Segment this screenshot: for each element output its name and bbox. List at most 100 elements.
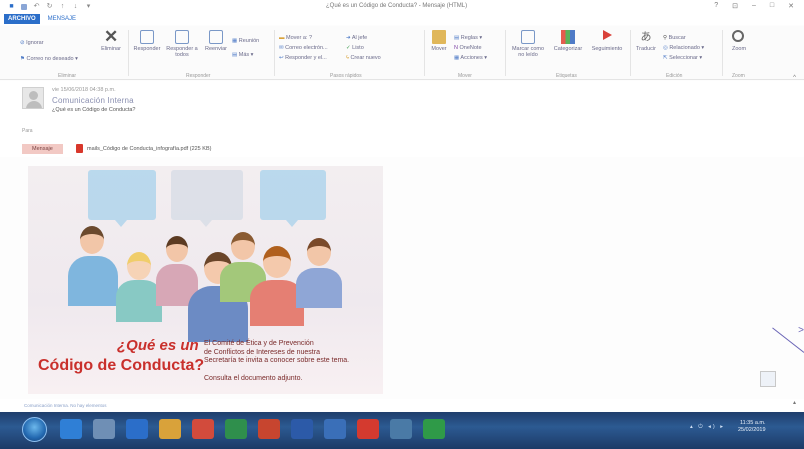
meeting-icon: ▦ [232,38,239,44]
move-folder-icon [432,30,446,44]
clock-date: 25/02/2019 [738,427,766,433]
outlook-message-window: ■ ↶ ↻ ↑ ↓ ▾ ¿Qué es un Código de Conduct… [0,0,804,449]
categories-icon [561,30,575,44]
message-tab-button[interactable]: Mensaje [22,144,63,154]
quickstep-done[interactable]: ✓ Listo [346,45,364,51]
system-tray[interactable]: ▴ ⏻ ◂) ▸ [690,424,725,431]
select-button[interactable]: ⇱ Seleccionar ▾ [663,55,702,61]
ignore-button[interactable]: ⊘ Ignorar [20,40,44,46]
divider [274,30,275,76]
chrome-icon[interactable] [192,419,214,439]
divider [505,30,506,76]
group-label-editing: Edición [666,73,683,79]
avatar[interactable] [22,87,44,109]
forward-button[interactable]: Reenviar [201,30,231,52]
actions-button[interactable]: ▦ Acciones ▾ [454,55,487,61]
scan-artifact-mark: > [798,325,804,336]
quickstep-reply-delete[interactable]: ↩ Responder y el... [279,55,327,61]
delete-button[interactable]: ✕ Eliminar [98,27,124,52]
title-bar: ■ ↶ ↻ ↑ ↓ ▾ ¿Qué es un Código de Conduct… [0,0,804,13]
ribbon-display-button[interactable]: ⊡ [732,2,738,10]
quickstep-move-to[interactable]: ▬ Mover a: ? [279,35,312,41]
status-text: Comunicación Interna. No hay elementos [24,403,107,408]
customize-dropdown-icon[interactable]: ▾ [85,3,92,10]
group-label-respond: Responder [186,73,211,79]
folder-icon[interactable] [159,419,181,439]
skype-icon[interactable] [423,419,445,439]
follow-up-button[interactable]: Seguimiento [589,30,625,52]
visio-icon[interactable] [324,419,346,439]
zoom-button[interactable]: Zoom [728,30,750,52]
quickstep-email-team[interactable]: ✉ Correo electrón... [279,45,328,51]
meeting-button[interactable]: ▦ Reunión [232,38,259,44]
reply-all-button[interactable]: Responder a todos [165,30,199,58]
maximize-button[interactable]: □ [770,2,774,10]
body-line: de Conflictos de Intereses de nuestra [204,348,320,356]
undo-icon[interactable]: ↶ [33,3,40,10]
help-button[interactable]: ? [714,2,718,10]
find-button[interactable]: ⚲ Buscar [663,35,686,41]
translate-button[interactable]: あ Traducir [633,30,659,52]
attachment-bar: Mensaje mails_Código de Conducta_infogra… [0,141,804,157]
minimize-button[interactable]: – [752,2,756,10]
outlook-icon[interactable] [126,419,148,439]
divider [424,30,425,76]
clock-time: 11:35 a.m. [739,420,766,426]
save-icon[interactable] [21,3,27,10]
categorize-button[interactable]: Categorizar [551,30,585,52]
internet-explorer-icon[interactable] [60,419,82,439]
ribbon: ⊘ Ignorar ⚑ Correo no deseado ▾ ✕ Elimin… [0,26,804,81]
quickstep-create-new[interactable]: ϟ Crear nuevo [346,55,381,61]
ribbon-tabs: ARCHIVO MENSAJE [0,13,804,25]
onenote-button[interactable]: N OneNote [454,45,482,51]
powerpoint-icon[interactable] [258,419,280,439]
acrobat-icon[interactable] [357,419,379,439]
taskbar-clock[interactable]: 11:35 a.m. 25/02/2019 [738,420,766,434]
media-player-icon[interactable] [93,419,115,439]
more-button[interactable]: ▤ Más ▾ [232,52,253,58]
infographic-question-line2: Código de Conducta? [38,357,205,374]
speech-bubble [171,170,243,227]
app-icon[interactable]: ■ [8,3,15,10]
start-button[interactable] [22,417,47,442]
delete-x-icon: ✕ [104,27,119,46]
to-label: Para [22,128,33,134]
message-date: vie 15/06/2018 04:38 p.m. [52,87,116,93]
envelope-icon [521,30,535,44]
rules-button[interactable]: ▤ Reglas ▾ [454,35,482,41]
reply-button[interactable]: Responder [131,30,163,52]
move-button[interactable]: Mover [428,30,450,52]
person-figure [296,238,342,308]
move-to-icon: ▬ [279,35,287,41]
forward-icon [209,30,223,44]
excel-icon[interactable] [225,419,247,439]
redo-icon[interactable]: ↻ [46,3,53,10]
sender-name[interactable]: Comunicación Interna [52,96,134,105]
people-pane-icon[interactable] [760,371,776,387]
paint-icon[interactable] [390,419,412,439]
down-arrow-icon[interactable]: ↓ [72,3,79,10]
word-icon[interactable] [291,419,313,439]
tab-archivo[interactable]: ARCHIVO [4,14,40,24]
quickstep-to-manager[interactable]: ➜ Al jefe [346,35,367,41]
close-button[interactable]: ✕ [788,2,794,10]
window-controls: ? ⊡ – □ ✕ [714,2,794,10]
up-arrow-icon[interactable]: ↑ [59,3,66,10]
group-label-quicksteps: Pasos rápidos [330,73,362,79]
message-header: vie 15/06/2018 04:38 p.m. Comunicación I… [0,81,804,141]
scroll-up-arrow[interactable]: ▴ [793,399,796,406]
mark-unread-button[interactable]: Marcar como no leído [509,30,547,58]
translate-icon: あ [640,31,652,43]
window-title: ¿Qué es un Código de Conducta? - Mensaje… [326,3,468,9]
divider [722,30,723,76]
junk-button[interactable]: ⚑ Correo no deseado ▾ [20,56,78,62]
taskbar: ▴ ⏻ ◂) ▸ 11:35 a.m. 25/02/2019 [0,412,804,449]
reply-all-icon [175,30,189,44]
related-button[interactable]: ◎ Relacionado ▾ [663,45,704,51]
speech-bubble [88,170,156,227]
attachment-file[interactable]: mails_Código de Conducta_infografía.pdf … [87,146,211,152]
body-line: El Comité de Ética y de Prevención [204,340,314,347]
tab-mensaje[interactable]: MENSAJE [42,14,82,24]
infographic-image: ¿Qué es un Código de Conducta? El Comité… [28,166,383,394]
reply-icon [140,30,154,44]
